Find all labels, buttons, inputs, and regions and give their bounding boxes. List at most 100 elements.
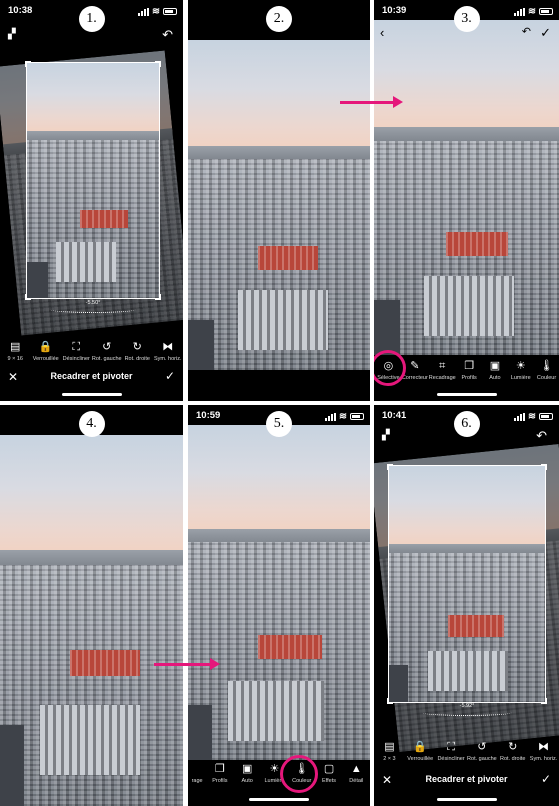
light-icon: ☀ xyxy=(269,763,280,775)
effects-icon: ▢ xyxy=(323,763,335,775)
angle-dial[interactable]: -5.50° xyxy=(50,300,136,313)
crop-frame[interactable] xyxy=(387,464,547,704)
auto-icon: ▣ xyxy=(241,763,253,775)
tool-aspect[interactable]: ▤ 9 × 16 xyxy=(0,341,30,362)
undo-icon[interactable]: ↶ xyxy=(522,27,531,38)
photo-preview xyxy=(374,20,559,355)
edit-toolbar: rage ❐ Profils ▣ Auto ☀ Lumière 🌡 Couleur ▢ E… xyxy=(188,763,370,784)
straighten-icon: ⛶ xyxy=(447,741,455,753)
rotate-left-icon: ↺ xyxy=(477,741,487,753)
highlight-ring-color xyxy=(280,755,318,793)
detail-icon: ▲ xyxy=(350,763,362,775)
signal-icon xyxy=(325,412,337,421)
reset-icon[interactable]: ↶ xyxy=(162,28,173,41)
wifi-icon: ≋ xyxy=(528,411,536,422)
home-indicator xyxy=(436,393,497,396)
crop-toolbar: ▤ 9 × 16 🔒 Verrouillée ⛶ Désincliner ↺ Rot. … xyxy=(0,341,183,362)
status-time: 10:38 xyxy=(8,5,33,16)
tool-lock[interactable]: 🔒 Verrouillée xyxy=(405,741,435,762)
healing-brush-icon: ✎ xyxy=(410,360,420,372)
battery-icon xyxy=(163,8,177,15)
signal-icon xyxy=(514,412,526,421)
photo-preview xyxy=(0,435,183,806)
panel-step-4: 4. xyxy=(0,405,183,806)
tool-detail[interactable]: ▲ Détail xyxy=(343,763,370,784)
light-icon: ☀ xyxy=(515,360,526,372)
panel-step-5: 10:59 ≋ 5. rage ❐ Profils ▣ Auto ☀ Lumière … xyxy=(188,405,370,806)
lock-icon: 🔒 xyxy=(413,741,428,753)
flip-horizontal-icon: ⧓ xyxy=(162,341,174,353)
footer-title: Recadrer et pivoter xyxy=(425,774,508,784)
home-indicator xyxy=(61,393,122,396)
tool-auto[interactable]: ▣ Auto xyxy=(234,763,261,784)
tool-rotate-left[interactable]: ↺ Rot. gauche xyxy=(92,341,122,362)
panel-step-6: 10:41 ≋ 6. ▞ ↶ -5.92° ▤ 2 × 3 🔒 Verrouillé… xyxy=(374,405,559,806)
signal-icon xyxy=(514,7,526,16)
profiles-icon: ❐ xyxy=(464,360,475,372)
status-time: 10:41 xyxy=(382,410,407,421)
tool-straighten[interactable]: ⛶ Désincliner xyxy=(436,741,466,762)
step-badge: 3. xyxy=(453,6,480,32)
aspect-icon[interactable]: ▞ xyxy=(8,30,16,40)
tool-auto[interactable]: ▣ Auto xyxy=(483,360,508,381)
photo-preview xyxy=(188,425,370,760)
signal-icon xyxy=(138,7,150,16)
angle-dial[interactable]: -5.92° xyxy=(422,703,512,716)
profiles-icon: ❐ xyxy=(214,763,225,775)
tool-crop[interactable]: ⌗ Recadrage xyxy=(429,360,456,381)
confirm-icon[interactable]: ✓ xyxy=(165,369,175,383)
tool-flip-horizontal[interactable]: ⧓ Sym. horiz. xyxy=(153,341,183,362)
tool-flip-horizontal[interactable]: ⧓ Sym. horiz. xyxy=(529,741,559,762)
crop-toolbar: ▤ 2 × 3 🔒 Verrouillée ⛶ Désincliner ↺ Rot. g… xyxy=(374,741,559,762)
checkmark-icon[interactable]: ✓ xyxy=(540,26,551,39)
battery-icon xyxy=(350,413,364,420)
tool-effects[interactable]: ▢ Effets xyxy=(315,763,342,784)
crop-icon: ⌗ xyxy=(439,360,446,372)
arrow-to-step-3 xyxy=(340,96,403,108)
lock-icon: 🔒 xyxy=(38,341,53,353)
tool-straighten[interactable]: ⛶ Désincliner xyxy=(61,341,91,362)
tool-light[interactable]: ☀ Lumière xyxy=(508,360,533,381)
status-time: 10:59 xyxy=(196,410,221,421)
reset-icon[interactable]: ↶ xyxy=(536,429,547,442)
crop-frame[interactable] xyxy=(25,61,161,300)
aspect-ratio-icon: ▤ xyxy=(384,741,395,753)
tool-rotate-left[interactable]: ↺ Rot. gauche xyxy=(467,741,497,762)
auto-icon: ▣ xyxy=(489,360,501,372)
step-badge: 4. xyxy=(78,411,105,437)
back-icon[interactable]: ‹ xyxy=(380,26,384,39)
footer-title: Recadrer et pivoter xyxy=(50,371,133,381)
tool-crop[interactable]: rage xyxy=(188,763,206,784)
photo-preview xyxy=(188,40,370,370)
step-badge: 1. xyxy=(78,6,105,32)
tool-lock[interactable]: 🔒 Verrouillée xyxy=(31,341,61,362)
wifi-icon: ≋ xyxy=(528,6,536,17)
flip-horizontal-icon: ⧓ xyxy=(538,741,550,753)
tool-rotate-right[interactable]: ↻ Rot. droite xyxy=(498,741,528,762)
tool-rotate-right[interactable]: ↻ Rot. droite xyxy=(122,341,152,362)
step-badge: 5. xyxy=(266,411,292,437)
battery-icon xyxy=(539,413,553,420)
confirm-icon[interactable]: ✓ xyxy=(541,772,551,786)
home-indicator xyxy=(436,798,497,801)
tool-color[interactable]: 🌡 Couleur xyxy=(534,360,559,381)
status-time: 10:39 xyxy=(382,5,407,16)
crop-footer: ✕ Recadrer et pivoter ✓ xyxy=(0,364,183,390)
tool-profiles[interactable]: ❐ Profils xyxy=(457,360,482,381)
panel-step-3: 10:39 ≋ 3. ‹ ↶ ✓ ◎ Sélective ✎ Correcteur … xyxy=(374,0,559,401)
rotate-right-icon: ↻ xyxy=(132,341,142,353)
step-badge: 6. xyxy=(453,411,480,437)
panel-step-1: 10:38 ≋ 1. ▞ ↶ -5.50° ▤ 9 × 16 🔒 Verrouill… xyxy=(0,0,183,401)
wifi-icon: ≋ xyxy=(339,411,347,422)
straighten-icon: ⛶ xyxy=(72,341,81,353)
tool-profiles[interactable]: ❐ Profils xyxy=(206,763,233,784)
tool-aspect[interactable]: ▤ 2 × 3 xyxy=(374,741,404,762)
panel-step-2: 2. xyxy=(188,0,370,401)
aspect-ratio-icon: ▤ xyxy=(10,341,21,353)
aspect-icon[interactable]: ▞ xyxy=(382,431,390,441)
wifi-icon: ≋ xyxy=(152,6,160,17)
rotate-right-icon: ↻ xyxy=(508,741,518,753)
crop-footer: ✕ Recadrer et pivoter ✓ xyxy=(374,767,559,793)
color-icon: 🌡 xyxy=(539,360,554,372)
arrow-to-step-5 xyxy=(154,658,220,670)
